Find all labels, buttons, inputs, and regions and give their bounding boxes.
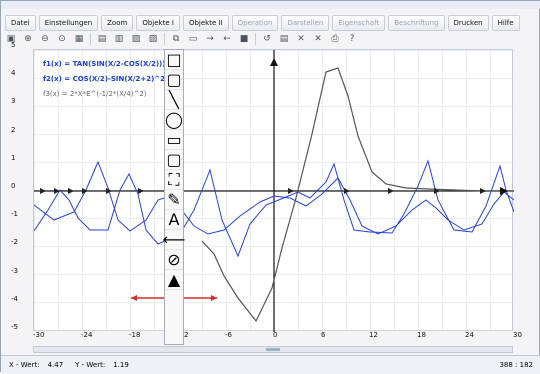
rectangle-tool-icon[interactable]: ▭ (165, 130, 183, 150)
circle-tool-icon[interactable]: ◯ (165, 110, 183, 130)
menu-item-6[interactable]: Darstellen (281, 15, 330, 31)
y-tick-label: 3 (11, 97, 16, 106)
y-value: 1.19 (113, 361, 129, 369)
x-tick-label: 6 (321, 331, 326, 339)
camera-icon[interactable]: ▦ (73, 33, 85, 45)
left-arrow-icon[interactable]: ← (221, 33, 233, 45)
menu-item-5[interactable]: Operation (231, 15, 279, 31)
stop-tool-icon[interactable]: ⊘ (165, 250, 183, 270)
help-icon[interactable]: ? (346, 33, 358, 45)
right-arrow-icon[interactable]: → (204, 33, 216, 45)
text-tool-icon[interactable]: A (165, 210, 183, 230)
y-tick-label: 2 (11, 125, 16, 134)
y-tick-label: -4 (11, 294, 18, 303)
menu-item-3[interactable]: Objekte I (136, 15, 180, 31)
menu-item-8[interactable]: Beschriftung (388, 15, 445, 31)
y-label: Y - Wert: (75, 361, 106, 369)
stop-icon[interactable]: ■ (238, 33, 250, 45)
y-tick-label: 5 (11, 41, 16, 49)
menu-item-4[interactable]: Objekte II (182, 15, 229, 31)
menu-bar: Datei Einstellungen Zoom Objekte I Objekte I… (5, 15, 520, 31)
y-tick-label: -5 (11, 323, 18, 331)
coords: 388 : 182 (499, 361, 533, 369)
print-icon[interactable]: ⎙ (329, 33, 341, 45)
pen-tool-icon[interactable]: ✎ (165, 190, 183, 210)
undo-icon[interactable]: ↺ (261, 33, 273, 45)
rounded-rect-tool-icon[interactable]: ▢ (165, 150, 183, 170)
x-value: 4.47 (47, 361, 64, 369)
x-tick-label: 18 (417, 331, 426, 339)
cross-icon[interactable]: ✕ (295, 33, 307, 45)
tool-palette: □ ▢ ╲ ◯ ▭ ▢ ⛶ ✎ A ⟵ ⊘ ▲ (163, 49, 185, 345)
table-icon[interactable]: ▥ (113, 33, 125, 45)
legend-item-2: f2(x) = COS(X/2)-SIN(X/2+2)^2 (43, 75, 166, 83)
y-tick-label: 0 (11, 182, 16, 190)
x-tick-label: -18 (129, 331, 141, 339)
menu-item-2[interactable]: Zoom (101, 15, 134, 31)
arrow-tool-icon[interactable]: ⟵ (163, 230, 185, 250)
status-bar: X - Wert: 4.47 Y - Wert: 1.19 388 : 182 (1, 355, 540, 374)
menu-item-9[interactable]: Drucken (447, 15, 489, 31)
stamp-tool-icon[interactable]: ▲ (165, 270, 183, 290)
legend-item-3: f3(x) = 2*X*E^(-1/2*(X/4)^2) (43, 90, 147, 98)
x-tick-label: 12 (369, 331, 378, 339)
titlebar (1, 1, 540, 9)
menu-item-7[interactable]: Eigenschaft (332, 15, 386, 31)
frame-icon[interactable]: ▭ (187, 33, 199, 45)
y-tick-label: 4 (11, 69, 16, 78)
legend: f1(x) = TAN(SIN(X/2-COS(X/2))) f2(x) = C… (43, 57, 165, 102)
y-tick-label: -1 (11, 210, 18, 219)
y-axis-labels: 5 4 3 2 1 0 -1 -2 -3 -4 -5 (11, 41, 31, 331)
zoom-fit-icon[interactable]: ⊙ (56, 33, 68, 45)
scroll-thumb[interactable] (266, 348, 280, 351)
app-window: Datei Einstellungen Zoom Objekte I Objekte I… (0, 0, 540, 374)
y-tick-label: -2 (11, 238, 18, 247)
legend-item-1: f1(x) = TAN(SIN(X/2-COS(X/2))) (43, 60, 166, 68)
x-axis-labels: -30-24-18-12-60612182430 (33, 331, 522, 343)
x-tick-label: 30 (513, 331, 522, 339)
y-tick-label: -3 (11, 266, 18, 275)
x-tick-label: -30 (33, 331, 45, 339)
line-tool-icon[interactable]: ╲ (165, 90, 183, 110)
cross-icon-2[interactable]: ✕ (312, 33, 324, 45)
horizontal-scrollbar[interactable] (33, 346, 513, 353)
select-tool-icon[interactable]: □ (165, 50, 183, 70)
toolbar: ▣ ⊕ ⊖ ⊙ ▦ ▤ ▥ ▧ ▨ ⧉ ▭ → ← ■ ↺ ▤ ✕ ✕ ⎙ ? (5, 31, 537, 47)
x-tick-label: 0 (273, 331, 278, 339)
x-tick-label: -6 (225, 331, 232, 339)
calc-icon[interactable]: ▨ (147, 33, 159, 45)
layout-icon[interactable]: ▧ (130, 33, 142, 45)
menu-item-10[interactable]: Hilfe (491, 15, 520, 31)
menu-item-0[interactable]: Datei (5, 15, 36, 31)
grid-icon[interactable]: ▤ (96, 33, 108, 45)
fill-tool-icon[interactable]: ⛶ (165, 170, 183, 190)
menu-item-1[interactable]: Einstellungen (38, 15, 99, 31)
paste-icon[interactable]: ▤ (278, 33, 290, 45)
x-label: X - Wert: (9, 361, 40, 369)
x-tick-label: 24 (465, 331, 474, 339)
x-tick-label: -24 (81, 331, 93, 339)
point-tool-icon[interactable]: ▢ (165, 70, 183, 90)
y-tick-label: 1 (11, 153, 16, 162)
copy-icon[interactable]: ⧉ (170, 33, 182, 45)
zoom-out-icon[interactable]: ⊖ (39, 33, 51, 45)
